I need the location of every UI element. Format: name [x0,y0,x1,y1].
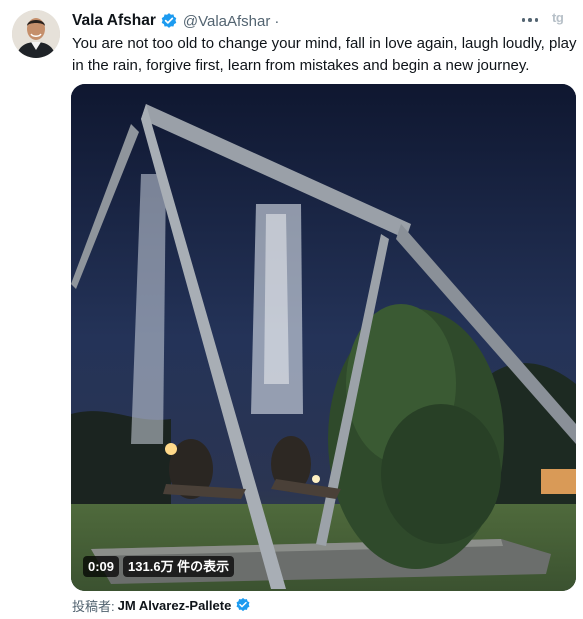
attribution-author-link[interactable]: JM Alvarez-Pallete [118,598,232,613]
tweet-card: Vala Afshar @ValaAfshar · tg You are not… [0,0,583,619]
video-timestamp: 0:09 [83,556,120,577]
video-overlay: 0:09 131.6万 件の表示 [83,556,235,577]
tweet-header: Vala Afshar @ValaAfshar · [72,10,279,32]
attribution-label: 投稿者: [72,598,115,614]
profile-avatar[interactable] [12,10,60,58]
author-handle[interactable]: @ValaAfshar [183,13,271,30]
video-attribution: 投稿者: JM Alvarez-Pallete [72,595,251,615]
video-frame-image [71,84,576,591]
video-view-count: 131.6万 件の表示 [123,556,235,577]
verified-badge-icon [160,12,178,30]
avatar-image [12,10,60,58]
extension-logo-icon[interactable]: tg [552,10,564,25]
video-player[interactable] [71,84,576,591]
tweet-text: You are not too old to change your mind,… [72,35,577,74]
more-options-icon[interactable] [519,11,541,29]
verified-badge-icon [235,597,251,613]
separator-dot: · [274,12,280,30]
author-name[interactable]: Vala Afshar [72,12,156,30]
